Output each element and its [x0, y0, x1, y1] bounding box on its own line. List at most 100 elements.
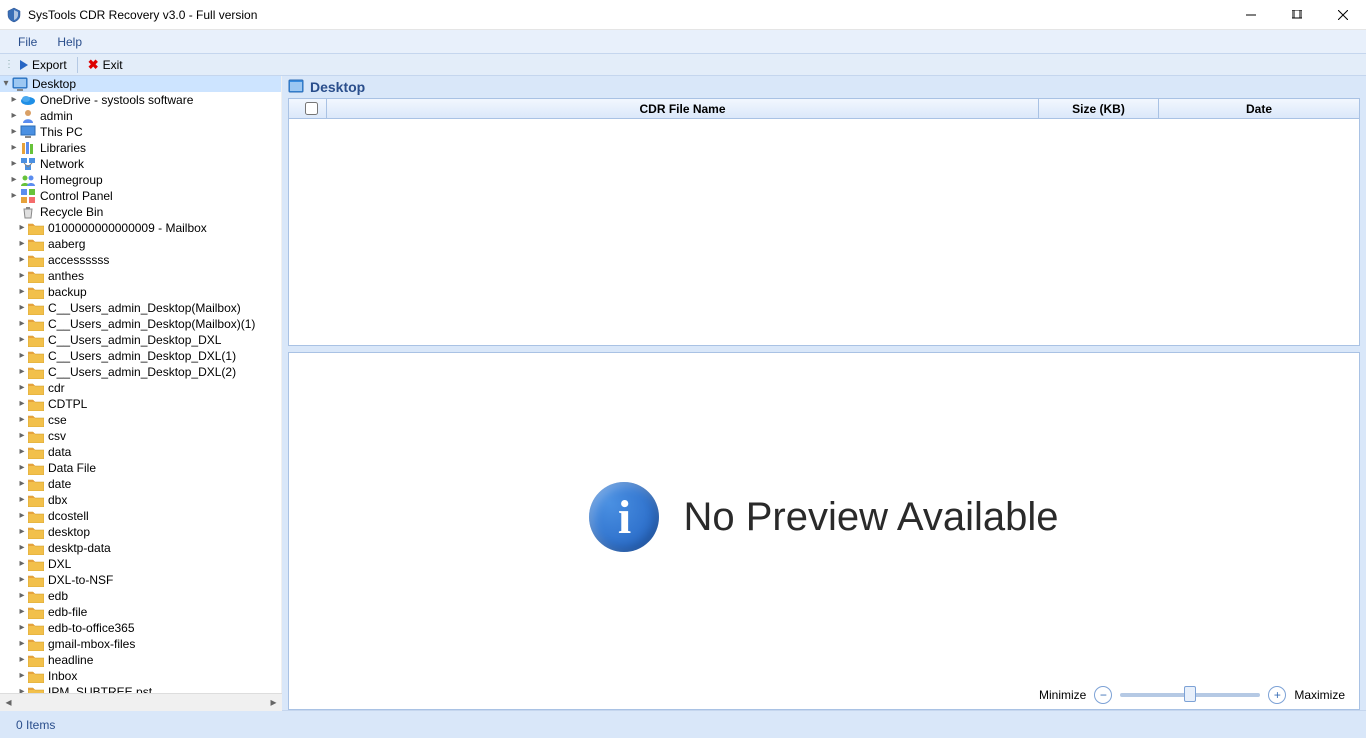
- tree-expander-icon[interactable]: ▸: [16, 540, 28, 556]
- tree-folder[interactable]: ▸data: [0, 444, 281, 460]
- tree-expander-icon[interactable]: ▸: [16, 444, 28, 460]
- tree-item-libraries[interactable]: ▸Libraries: [0, 140, 281, 156]
- export-button[interactable]: Export: [14, 56, 73, 74]
- tree-expander-icon[interactable]: ▸: [8, 140, 20, 156]
- tree-item-homegroup[interactable]: ▸Homegroup: [0, 172, 281, 188]
- tree-folder[interactable]: ▸aaberg: [0, 236, 281, 252]
- zoom-slider-thumb[interactable]: [1184, 686, 1196, 702]
- tree-expander-icon[interactable]: ▸: [16, 364, 28, 380]
- folder-tree[interactable]: ▾Desktop▸OneDrive - systools software▸ad…: [0, 76, 282, 693]
- tree-item-recycle[interactable]: Recycle Bin: [0, 204, 281, 220]
- tree-expander-icon[interactable]: ▸: [16, 396, 28, 412]
- tree-expander-icon[interactable]: ▸: [16, 300, 28, 316]
- tree-expander-icon[interactable]: ▸: [16, 556, 28, 572]
- tree-root-desktop[interactable]: ▾Desktop: [0, 76, 281, 92]
- tree-expander-icon[interactable]: ▸: [16, 588, 28, 604]
- tree-folder[interactable]: ▸C__Users_admin_Desktop(Mailbox): [0, 300, 281, 316]
- libraries-icon: [20, 140, 36, 156]
- tree-folder[interactable]: ▸C__Users_admin_Desktop_DXL: [0, 332, 281, 348]
- tree-expander-icon[interactable]: ▸: [16, 412, 28, 428]
- tree-expander-icon[interactable]: ▸: [8, 172, 20, 188]
- tree-item-user[interactable]: ▸admin: [0, 108, 281, 124]
- minimize-button[interactable]: [1228, 0, 1274, 30]
- tree-folder[interactable]: ▸dcostell: [0, 508, 281, 524]
- hscroll-right-arrow[interactable]: ▸: [265, 694, 282, 711]
- select-all-checkbox[interactable]: [305, 102, 318, 115]
- tree-folder[interactable]: ▸backup: [0, 284, 281, 300]
- tree-folder[interactable]: ▸C__Users_admin_Desktop_DXL(1): [0, 348, 281, 364]
- exit-button[interactable]: ✖ Exit: [82, 55, 129, 75]
- tree-expander-icon[interactable]: ▾: [0, 76, 12, 92]
- tree-folder[interactable]: ▸dbx: [0, 492, 281, 508]
- tree-expander-icon[interactable]: ▸: [8, 156, 20, 172]
- col-date[interactable]: Date: [1159, 99, 1359, 118]
- zoom-out-button[interactable]: −: [1094, 686, 1112, 704]
- tree-folder[interactable]: ▸desktop: [0, 524, 281, 540]
- tree-folder[interactable]: ▸date: [0, 476, 281, 492]
- hscroll-left-arrow[interactable]: ◂: [0, 694, 17, 711]
- tree-folder[interactable]: ▸accessssss: [0, 252, 281, 268]
- tree-expander-icon[interactable]: ▸: [16, 476, 28, 492]
- tree-folder[interactable]: ▸IPM_SUBTREE.pst: [0, 684, 281, 693]
- maximize-button[interactable]: [1274, 0, 1320, 30]
- tree-expander-icon[interactable]: ▸: [8, 188, 20, 204]
- tree-expander-icon[interactable]: ▸: [16, 236, 28, 252]
- tree-folder[interactable]: ▸headline: [0, 652, 281, 668]
- zoom-in-button[interactable]: +: [1268, 686, 1286, 704]
- tree-expander-icon[interactable]: ▸: [16, 284, 28, 300]
- tree-hscroll[interactable]: ◂ ▸: [0, 693, 282, 710]
- tree-folder[interactable]: ▸ CDTPL: [0, 396, 281, 412]
- tree-expander-icon[interactable]: ▸: [16, 524, 28, 540]
- col-checkbox[interactable]: [289, 99, 327, 118]
- tree-folder[interactable]: ▸edb-to-office365: [0, 620, 281, 636]
- tree-item-onedrive[interactable]: ▸OneDrive - systools software: [0, 92, 281, 108]
- tree-folder[interactable]: ▸DXL-to-NSF: [0, 572, 281, 588]
- tree-folder[interactable]: ▸Data File: [0, 460, 281, 476]
- tree-folder[interactable]: ▸C__Users_admin_Desktop_DXL(2): [0, 364, 281, 380]
- col-filename[interactable]: CDR File Name: [327, 99, 1039, 118]
- tree-expander-icon[interactable]: ▸: [16, 652, 28, 668]
- tree-expander-icon[interactable]: ▸: [16, 316, 28, 332]
- tree-item-control[interactable]: ▸Control Panel: [0, 188, 281, 204]
- tree-folder[interactable]: ▸DXL: [0, 556, 281, 572]
- tree-expander-icon[interactable]: ▸: [16, 572, 28, 588]
- tree-expander-icon[interactable]: ▸: [16, 332, 28, 348]
- tree-expander-icon[interactable]: ▸: [16, 492, 28, 508]
- tree-folder[interactable]: ▸cse: [0, 412, 281, 428]
- tree-item-pc[interactable]: ▸This PC: [0, 124, 281, 140]
- tree-folder[interactable]: ▸csv: [0, 428, 281, 444]
- tree-folder[interactable]: ▸gmail-mbox-files: [0, 636, 281, 652]
- tree-folder[interactable]: ▸anthes: [0, 268, 281, 284]
- tree-expander-icon[interactable]: ▸: [16, 428, 28, 444]
- tree-expander-icon[interactable]: ▸: [16, 604, 28, 620]
- tree-folder[interactable]: ▸C__Users_admin_Desktop(Mailbox)(1): [0, 316, 281, 332]
- tree-expander-icon[interactable]: ▸: [8, 92, 20, 108]
- col-size[interactable]: Size (KB): [1039, 99, 1159, 118]
- tree-expander-icon[interactable]: ▸: [16, 668, 28, 684]
- close-button[interactable]: [1320, 0, 1366, 30]
- tree-folder[interactable]: ▸desktp-data: [0, 540, 281, 556]
- tree-expander-icon[interactable]: ▸: [16, 508, 28, 524]
- hscroll-track[interactable]: [17, 694, 265, 711]
- tree-expander-icon[interactable]: ▸: [8, 108, 20, 124]
- tree-folder[interactable]: ▸edb-file: [0, 604, 281, 620]
- menu-file[interactable]: File: [8, 32, 47, 52]
- zoom-slider[interactable]: [1120, 693, 1260, 697]
- tree-item-network[interactable]: ▸Network: [0, 156, 281, 172]
- tree-expander-icon[interactable]: ▸: [16, 380, 28, 396]
- tree-expander-icon[interactable]: ▸: [8, 124, 20, 140]
- tree-folder[interactable]: ▸cdr: [0, 380, 281, 396]
- tree-expander-icon[interactable]: ▸: [16, 636, 28, 652]
- tree-expander-icon[interactable]: ▸: [16, 268, 28, 284]
- tree-expander-icon[interactable]: ▸: [16, 220, 28, 236]
- tree-folder[interactable]: ▸edb: [0, 588, 281, 604]
- menu-help[interactable]: Help: [47, 32, 92, 52]
- tree-expander-icon[interactable]: ▸: [16, 252, 28, 268]
- tree-expander-icon[interactable]: ▸: [16, 684, 28, 693]
- tree-expander-icon[interactable]: ▸: [16, 460, 28, 476]
- tree-folder[interactable]: ▸0100000000000009 - Mailbox: [0, 220, 281, 236]
- tree-expander-icon[interactable]: ▸: [16, 348, 28, 364]
- tree-node-label: CDTPL: [46, 396, 87, 412]
- tree-folder[interactable]: ▸Inbox: [0, 668, 281, 684]
- tree-expander-icon[interactable]: ▸: [16, 620, 28, 636]
